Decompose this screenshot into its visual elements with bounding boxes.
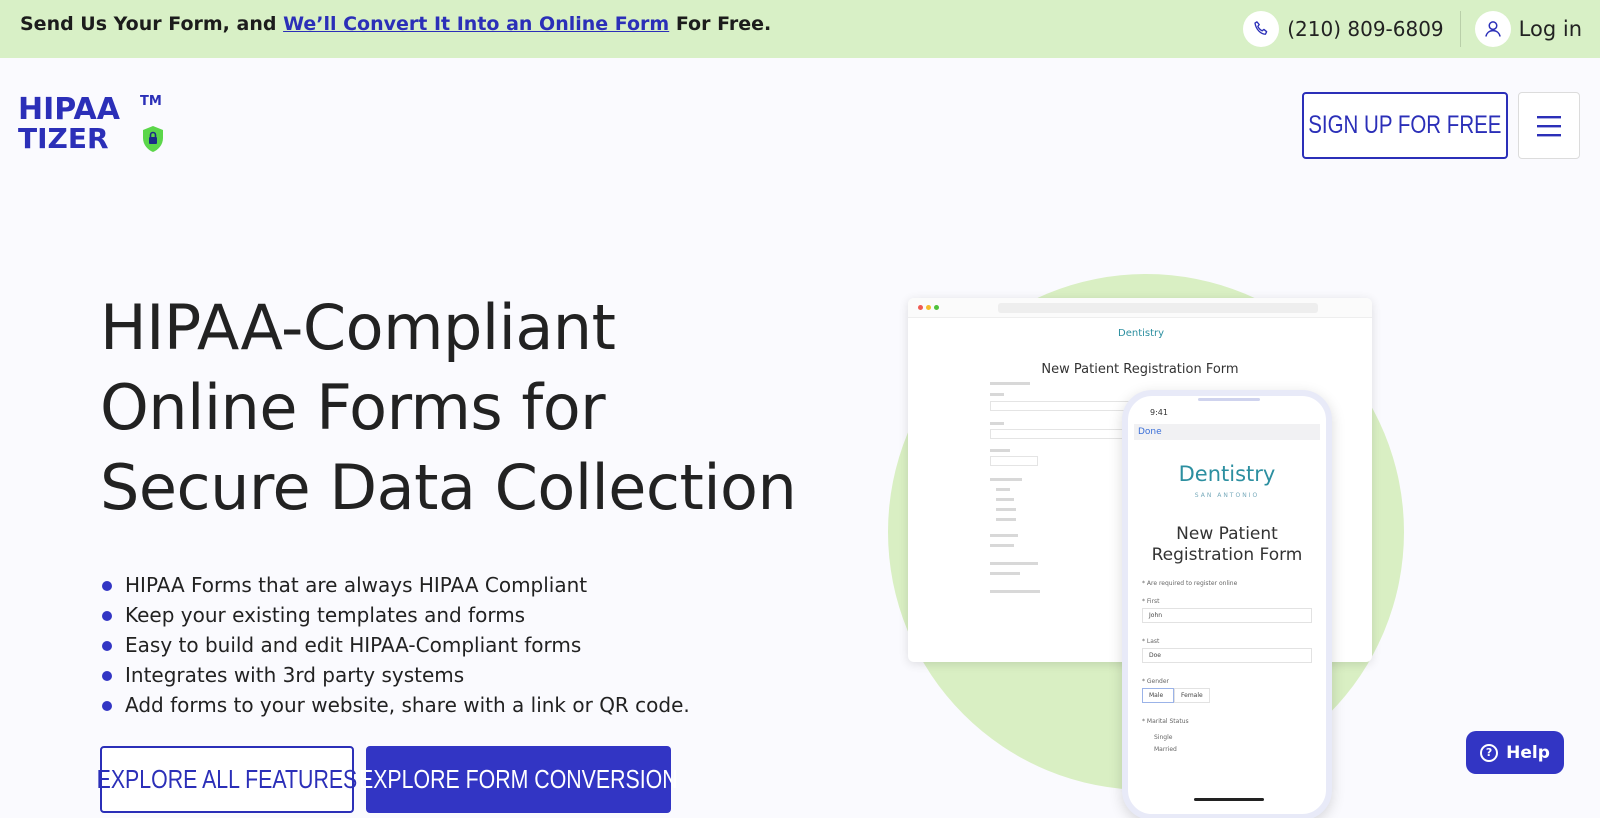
browser-form-title: New Patient Registration Form — [1041, 362, 1239, 377]
help-label: Help — [1506, 742, 1550, 763]
marital-single: Single — [1154, 734, 1173, 741]
divider — [1459, 11, 1461, 47]
last-label: * Last — [1142, 638, 1160, 645]
gender-male: Male — [1142, 688, 1174, 703]
login-link[interactable]: Log in — [1519, 17, 1582, 41]
hipaatizer-logo[interactable]: HIPAA TM TIZER — [18, 92, 168, 156]
phone-home-indicator — [1194, 798, 1264, 801]
url-bar — [998, 303, 1318, 313]
last-input: Doe — [1142, 648, 1312, 663]
question-circle-icon: ? — [1480, 743, 1499, 762]
gender-label: * Gender — [1142, 678, 1170, 685]
bullet-icon — [102, 581, 112, 591]
phone-done: Done — [1138, 427, 1162, 437]
phone-icon[interactable] — [1243, 11, 1280, 47]
promo-banner: Send Us Your Form, and We’ll Convert It … — [0, 0, 1600, 58]
phone-required-note: * Are required to register online — [1142, 580, 1238, 587]
feature-item: HIPAA Forms that are always HIPAA Compli… — [100, 570, 690, 600]
browser-dentistry-logo: Dentistry — [1118, 328, 1165, 339]
promo-text: Send Us Your Form, and We’ll Convert It … — [20, 13, 771, 35]
marital-label: * Marital Status — [1142, 718, 1189, 725]
phone-time: 9:41 — [1150, 408, 1168, 417]
help-button[interactable]: ? Help — [1466, 731, 1564, 774]
close-dot-icon — [918, 305, 923, 310]
browser-chrome — [908, 298, 1372, 318]
hero-title: HIPAA-Compliant Online Forms for Secure … — [100, 288, 797, 528]
signup-label: SIGN UP FOR FREE — [1308, 111, 1502, 139]
feature-item: Add forms to your website, share with a … — [100, 690, 690, 720]
bullet-icon — [102, 701, 112, 711]
feature-item: Easy to build and edit HIPAA-Compliant f… — [100, 630, 690, 660]
promo-prefix: Send Us Your Form, and — [20, 13, 284, 35]
signup-button[interactable]: SIGN UP FOR FREE — [1302, 92, 1508, 159]
logo-line2: TIZER — [18, 122, 109, 155]
marital-married: Married — [1154, 746, 1177, 753]
hero-line3: Secure Data Collection — [100, 451, 797, 524]
feature-list: HIPAA Forms that are always HIPAA Compli… — [100, 570, 690, 720]
feature-item: Integrates with 3rd party systems — [100, 660, 690, 690]
hero-line1: HIPAA-Compliant — [100, 291, 616, 364]
first-label: * First — [1142, 598, 1160, 605]
logo-trademark: TM — [140, 94, 162, 109]
promo-link[interactable]: We’ll Convert It Into an Online Form — [283, 13, 669, 35]
first-input: John — [1142, 608, 1312, 623]
phone-form-title: New Patient Registration Form — [1151, 524, 1303, 565]
lock-shield-icon — [143, 126, 163, 152]
menu-button[interactable] — [1518, 92, 1580, 159]
phone-dentistry-logo: Dentistry — [1178, 462, 1276, 486]
phone-mockup: 9:41 Done Dentistry SAN ANTONIO New Pati… — [1122, 390, 1332, 818]
hero-line2: Online Forms for — [100, 371, 606, 444]
minimize-dot-icon — [926, 305, 931, 310]
bullet-icon — [102, 611, 112, 621]
feature-item: Keep your existing templates and forms — [100, 600, 690, 630]
contact-bar: (210) 809-6809 Log in — [1243, 9, 1582, 49]
promo-suffix: For Free. — [669, 13, 772, 35]
bullet-icon — [102, 671, 112, 681]
maximize-dot-icon — [934, 305, 939, 310]
phone-number[interactable]: (210) 809-6809 — [1287, 17, 1443, 41]
hamburger-menu-icon — [1537, 115, 1561, 136]
bullet-icon — [102, 641, 112, 651]
gender-female: Female — [1174, 688, 1210, 703]
phone-logo-subtitle: SAN ANTONIO — [1194, 492, 1260, 499]
explore-conversion-button[interactable]: EXPLORE FORM CONVERSION — [359, 746, 678, 813]
explore-features-button[interactable]: EXPLORE ALL FEATURES — [97, 746, 357, 813]
user-icon[interactable] — [1474, 11, 1511, 47]
